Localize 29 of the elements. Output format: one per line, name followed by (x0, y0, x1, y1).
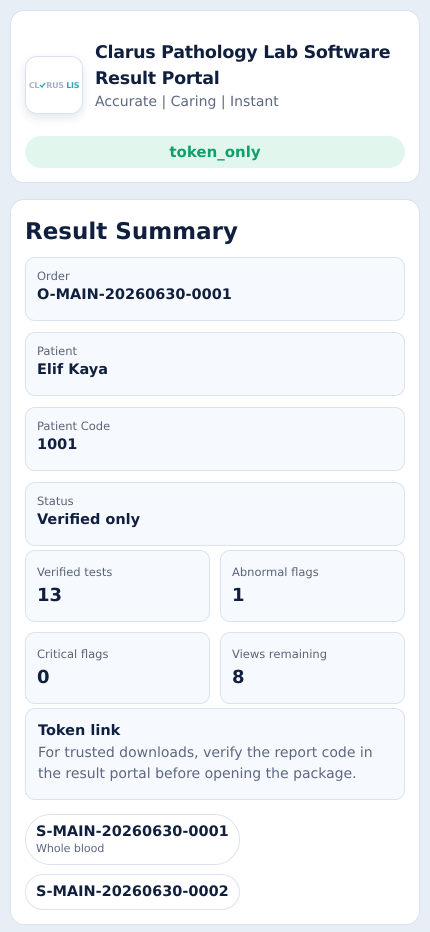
logo: CL RUS LIS (25, 56, 83, 114)
notice-text: For trusted downloads, verify the report code in the result portal before opening the package. (38, 744, 374, 784)
stat-label: Verified tests (37, 565, 114, 579)
sample-chip[interactable]: S-MAIN-20260630-0001 Whole blood (25, 814, 240, 865)
sample-chip[interactable]: S-MAIN-20260630-0002 (25, 874, 240, 910)
field-value: Elif Kaya (37, 362, 110, 378)
access-mode-badge: token_only (25, 136, 405, 168)
stat-value: 13 (37, 585, 64, 606)
tagline: Accurate | Caring | Instant (95, 94, 280, 110)
notice-title: Token link (38, 723, 122, 739)
field-label: Patient (37, 344, 78, 358)
stat-value: 8 (232, 667, 246, 688)
stat-value: 0 (37, 667, 51, 688)
field-label: Patient Code (37, 419, 112, 433)
stat-label: Abnormal flags (232, 565, 320, 579)
stat-label: Critical flags (37, 647, 110, 661)
field-label: Status (37, 494, 75, 508)
field-value: O-MAIN-20260630-0001 (37, 287, 233, 303)
check-icon (39, 82, 46, 88)
field-value: Verified only (37, 512, 142, 528)
field-value: 1001 (37, 437, 78, 453)
sample-code: S-MAIN-20260630-0002 (36, 884, 229, 900)
sample-code: S-MAIN-20260630-0001 (36, 824, 229, 840)
section-title: Result Summary (25, 219, 239, 245)
portal-title: Clarus Pathology Lab Software Result Portal (95, 42, 392, 91)
field-label: Order (37, 269, 71, 283)
sample-type: Whole blood (36, 842, 106, 855)
stat-label: Views remaining (232, 647, 328, 661)
stat-value: 1 (232, 585, 246, 606)
